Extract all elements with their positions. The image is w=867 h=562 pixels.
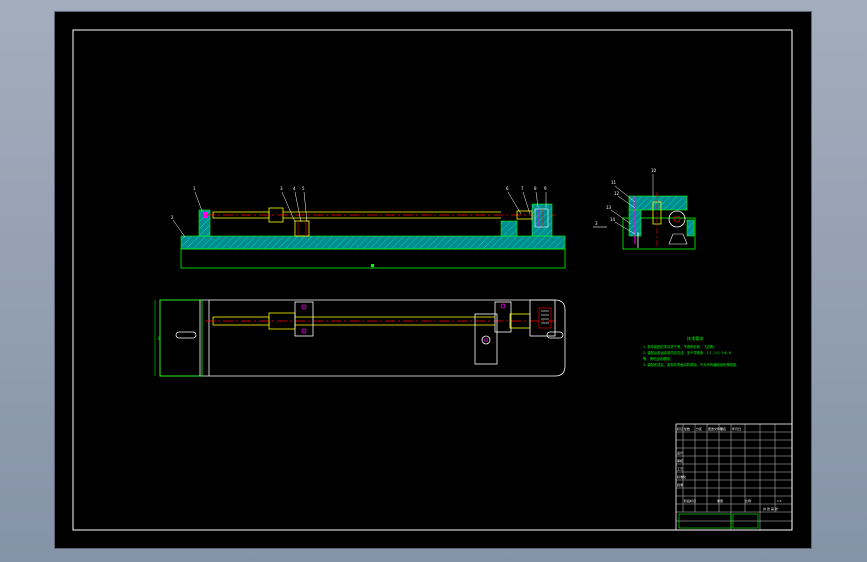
balloon-12: 12 [614, 191, 620, 196]
technical-notes: 技术要求 1. 零件装配前须清洗干净，不得有毛刺、飞边等； 2. 装配后各运动部… [643, 335, 740, 367]
tb-role-2: 工艺 [677, 466, 683, 471]
middle-support [294, 220, 310, 237]
notes-line-1: 1. 零件装配前须清洗干净，不得有毛刺、飞边等； [643, 344, 716, 349]
balloon-9: 9 [544, 186, 547, 191]
balloon-5: 5 [302, 186, 305, 191]
outer-frame [72, 29, 793, 531]
balloon-2: 2 [171, 215, 174, 220]
front-view: 1 2 3 4 5 6 7 8 9 [171, 186, 566, 269]
tb-scale-2: 比例 [745, 498, 751, 503]
tb-sheet: 共 张 第 张 [763, 506, 778, 511]
tb-scale-1: 重量 [717, 498, 723, 503]
tb-scale-0: 阶段标记 [684, 498, 696, 503]
balloon-4: 4 [293, 186, 296, 191]
tb-header-1: 处数 [684, 426, 690, 431]
top-right-bracket [474, 313, 498, 365]
notes-line-4: 3. 装配完成后，各零件表面涂防锈油，不允许有磕碰划伤等缺陷。 [643, 362, 740, 367]
notes-line-3: 等，滑块运动顺畅； [643, 356, 673, 361]
tb-header-2: 分区 [696, 426, 702, 431]
notes-title: 技术要求 [687, 335, 705, 342]
tb-role-3: 标准化 [677, 474, 686, 479]
left-slot [175, 331, 197, 339]
balloon-3: 3 [280, 186, 283, 191]
balloon-11: 11 [611, 180, 617, 185]
tb-scale-value: 1:1 [777, 499, 782, 503]
tb-header-0: 标记 [677, 426, 683, 431]
top-plate-outline [159, 299, 566, 377]
cad-viewport[interactable]: 1 2 3 4 5 6 7 8 9 3 10 11 12 13 14 8 技术要… [55, 12, 811, 548]
balloon-14: 14 [610, 217, 616, 222]
balloon-13: 13 [606, 205, 612, 210]
section-marker: 3 [595, 221, 598, 226]
balloon-6: 6 [506, 186, 509, 191]
notes-line-2: 2. 装配后各运动部件应灵活，无卡滞现象，1:1, 1:2, 3:6, 6 [643, 350, 731, 355]
balloon-10: 10 [651, 168, 657, 173]
base-plate-section [180, 235, 566, 250]
cad-drawing: 1 2 3 4 5 6 7 8 9 3 10 11 12 13 14 8 技术要… [72, 29, 793, 531]
side-bore [668, 210, 686, 228]
tb-role-4: 批准 [677, 482, 683, 487]
tb-header-5: 年月日 [732, 426, 741, 431]
top-middle-bracket [294, 301, 314, 337]
balloon-1: 1 [193, 186, 196, 191]
title-block: 标记 处数 分区 更改文件号 签名 年月日 设计 审核 工艺 标准化 批准 阶段… [675, 423, 793, 531]
side-view: 3 10 11 12 13 14 [593, 168, 696, 250]
tb-role-0: 设计 [677, 450, 683, 455]
right-support [500, 220, 518, 237]
balloon-7: 7 [521, 186, 524, 191]
balloon-8: 8 [534, 186, 537, 191]
top-view: 8 [154, 299, 566, 377]
tb-header-4: 签名 [720, 426, 726, 431]
tb-role-1: 审核 [677, 458, 683, 463]
dimension-label-left: 8 [158, 336, 161, 341]
